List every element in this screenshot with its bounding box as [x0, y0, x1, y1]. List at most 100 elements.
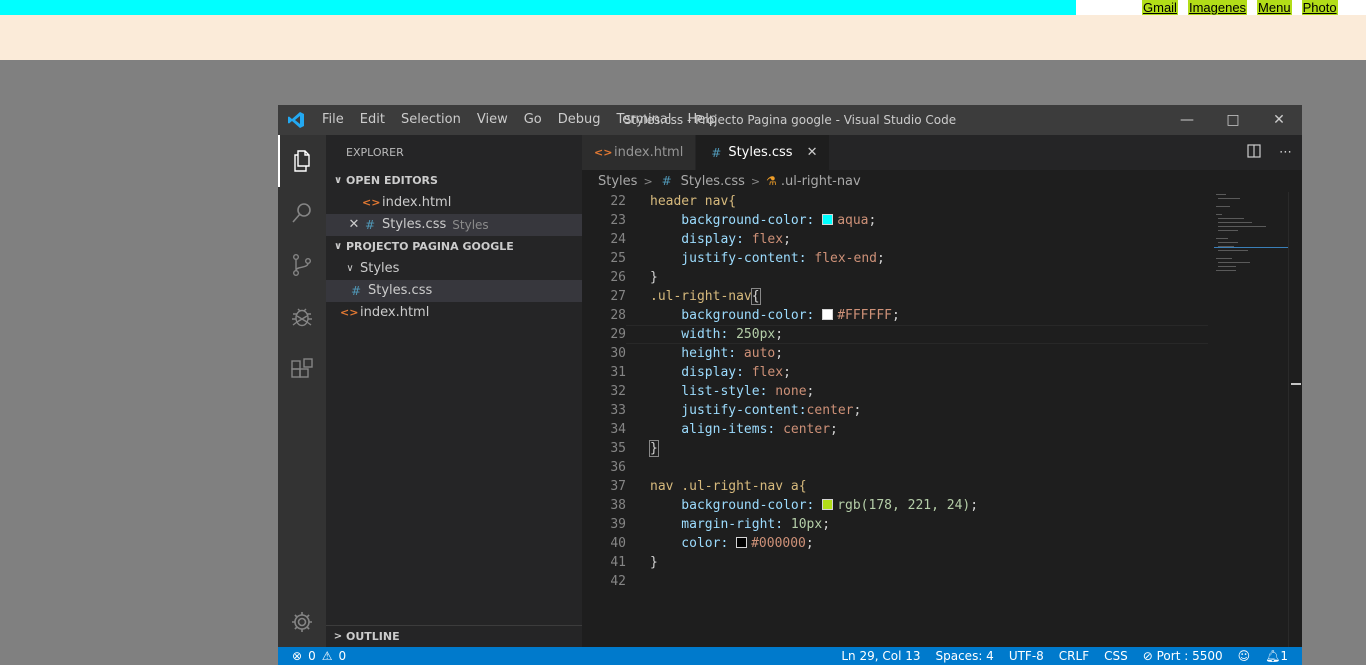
- tab-index-html[interactable]: <> index.html: [582, 135, 697, 170]
- editor-tabs: <> index.html # Styles.css ✕ ⋯: [582, 135, 1302, 170]
- menu-selection[interactable]: Selection: [393, 105, 469, 135]
- explorer-icon[interactable]: [278, 135, 326, 187]
- close-icon[interactable]: ✕: [346, 214, 362, 236]
- status-bar: ⊗ 0 ⚠ 0 Ln 29, Col 13 Spaces: 4 UTF-8 CR…: [278, 647, 1302, 665]
- breadcrumb-folder[interactable]: Styles: [598, 174, 637, 189]
- code-line: }: [649, 439, 978, 458]
- activity-bar: [278, 135, 326, 647]
- css-selector: .ul-right-nav: [650, 289, 752, 304]
- color-swatch[interactable]: [822, 309, 834, 320]
- debug-icon[interactable]: [278, 291, 326, 343]
- imagenes-link[interactable]: Imagenes: [1187, 0, 1248, 15]
- symbol-class-icon: ⚗: [766, 174, 777, 188]
- file-index-html[interactable]: <> index.html: [326, 302, 582, 324]
- file-styles-css[interactable]: # Styles.css: [326, 280, 582, 302]
- line-ending[interactable]: CRLF: [1059, 649, 1089, 663]
- bell-icon: 🔔︎: [1265, 649, 1281, 663]
- code-line: list-style: none;: [650, 384, 815, 399]
- tab-label: Styles.css: [728, 145, 793, 160]
- line-number: 28: [610, 308, 626, 323]
- live-server-port[interactable]: ⊘ Port : 5500: [1143, 649, 1223, 663]
- menu-help[interactable]: Help: [679, 105, 725, 135]
- line-number: 23: [610, 213, 626, 228]
- menu-debug[interactable]: Debug: [550, 105, 609, 135]
- css-brace: }: [649, 440, 659, 457]
- menu-link[interactable]: Menu: [1257, 0, 1292, 15]
- code-line: }: [650, 268, 978, 287]
- css-property: display:: [650, 232, 752, 247]
- code-line: display: flex;: [650, 365, 791, 380]
- html-file-icon: <>: [362, 196, 381, 209]
- project-header[interactable]: ∨ PROJECTO PAGINA GOOGLE: [326, 236, 582, 258]
- menu-view[interactable]: View: [469, 105, 516, 135]
- warning-count: 0: [338, 649, 347, 663]
- vertical-scrollbar[interactable]: [1288, 192, 1302, 647]
- folder-label: Styles: [360, 261, 400, 276]
- photo-link[interactable]: Photo: [1301, 0, 1338, 15]
- css-value: 250px: [736, 327, 776, 342]
- line-number: 41: [610, 555, 626, 570]
- file-label: Styles.css: [368, 283, 433, 298]
- css-selector: nav .ul-right-nav a{: [650, 479, 807, 494]
- css-property: height:: [650, 346, 744, 361]
- color-swatch[interactable]: [822, 499, 834, 510]
- indentation[interactable]: Spaces: 4: [936, 649, 994, 663]
- css-property: background-color:: [650, 213, 823, 228]
- settings-gear-icon[interactable]: [278, 597, 326, 647]
- project-label: PROJECTO PAGINA GOOGLE: [346, 240, 514, 253]
- outline-header[interactable]: > OUTLINE: [326, 625, 582, 647]
- source-control-icon[interactable]: [278, 239, 326, 291]
- open-editor-index-html[interactable]: <> index.html: [326, 192, 582, 214]
- split-editor-icon[interactable]: [1247, 143, 1261, 162]
- notifications[interactable]: 🔔︎1: [1265, 649, 1288, 663]
- css-selector: header nav{: [650, 194, 737, 209]
- encoding[interactable]: UTF-8: [1009, 649, 1044, 663]
- css-value: 10px: [790, 517, 823, 532]
- search-icon[interactable]: [278, 187, 326, 239]
- css-property: justify-content:: [650, 403, 807, 418]
- code-line: background-color: aqua;: [650, 213, 877, 228]
- open-editors-header[interactable]: ∨ OPEN EDITORS: [326, 170, 582, 192]
- code-line: background-color: rgb(178, 221, 24);: [650, 498, 979, 513]
- close-tab-icon[interactable]: ✕: [807, 145, 818, 160]
- code-lines: header nav{ background-color: aqua; disp…: [649, 192, 979, 591]
- code-line: width: 250px;: [650, 327, 784, 342]
- open-editor-styles-css[interactable]: ✕ # Styles.css Styles: [326, 214, 582, 236]
- maximize-icon[interactable]: □: [1210, 105, 1256, 135]
- minimap[interactable]: [1214, 192, 1288, 647]
- menu-edit[interactable]: Edit: [352, 105, 393, 135]
- color-swatch[interactable]: [822, 214, 834, 225]
- gmail-link[interactable]: Gmail: [1142, 0, 1178, 15]
- feedback-smiley-icon[interactable]: ☺: [1238, 649, 1251, 663]
- error-icon: ⊗: [292, 649, 303, 663]
- minimize-icon[interactable]: —: [1164, 105, 1210, 135]
- notification-count: 1: [1280, 649, 1288, 663]
- breadcrumb-symbol[interactable]: .ul-right-nav: [781, 174, 861, 189]
- title-bar: File Edit Selection View Go Debug Termin…: [278, 105, 1302, 135]
- css-property: justify-content:: [650, 251, 815, 266]
- menu-file[interactable]: File: [314, 105, 352, 135]
- page-header-band: [0, 15, 1366, 60]
- breadcrumb-file[interactable]: Styles.css: [681, 174, 745, 189]
- color-swatch[interactable]: [736, 537, 748, 548]
- menu-go[interactable]: Go: [516, 105, 550, 135]
- css-value: flex: [751, 232, 784, 247]
- menu-terminal[interactable]: Terminal: [609, 105, 680, 135]
- folder-styles[interactable]: ∨ Styles: [326, 258, 582, 280]
- code-editor[interactable]: 22 23 24 25 26 27 28 29 30 31 32 33 34 3…: [582, 192, 1302, 647]
- tab-styles-css[interactable]: # Styles.css ✕: [696, 135, 831, 170]
- open-editor-label: index.html: [382, 195, 452, 210]
- extensions-icon[interactable]: [278, 343, 326, 395]
- code-line: margin-right: 10px;: [650, 517, 831, 532]
- code-line: .ul-right-nav{: [650, 287, 978, 306]
- problems-indicator[interactable]: ⊗ 0 ⚠ 0: [278, 649, 346, 663]
- port-icon: ⊘: [1142, 649, 1157, 663]
- close-window-icon[interactable]: ✕: [1256, 105, 1302, 135]
- line-number: 40: [610, 536, 626, 551]
- language-mode[interactable]: CSS: [1104, 649, 1128, 663]
- cursor-position[interactable]: Ln 29, Col 13: [841, 649, 920, 663]
- more-actions-icon[interactable]: ⋯: [1279, 145, 1292, 160]
- line-number: 30: [610, 346, 626, 361]
- css-property: display:: [650, 365, 752, 380]
